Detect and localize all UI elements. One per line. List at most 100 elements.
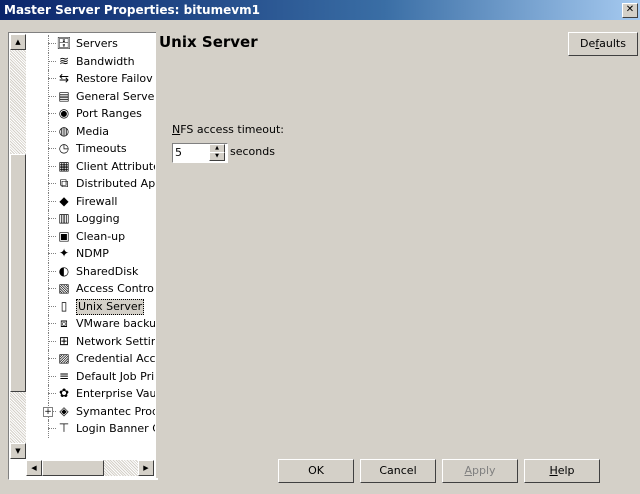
tree-item-label: Enterprise Vau [76,387,155,400]
tree-item-bandwidth[interactable]: ≋ Bandwidth [26,52,155,70]
scroll-right-button[interactable]: ▶ [138,460,154,476]
network-settings-icon: ⊞ [58,333,70,348]
scroll-down-icon: ▼ [15,447,21,455]
tree-item-servers[interactable]: 🗄 Servers [26,35,155,53]
help-label-rest: elp [557,464,575,477]
tree-item-label: Media [76,124,110,138]
tree-list: 🗄 Servers ≋ Bandwidth ⇆ Restore Failov ▤ Genera… [26,35,155,438]
tree-item-restore-failov[interactable]: ⇆ Restore Failov [26,70,155,88]
scroll-left-button[interactable]: ◀ [26,460,42,476]
symantec-products-icon: ◈ [59,403,69,418]
scroll-right-icon: ▶ [143,464,149,472]
tree-item-label: Default Job Pri [76,369,155,383]
tree-item-label: Logging [76,212,120,225]
tree-item-timeouts[interactable]: ◷ Timeouts [26,140,155,158]
apply-button[interactable]: Apply [442,459,518,483]
tree-item-label: General Server [76,89,155,103]
tree-item-client-attribute[interactable]: ▦ Client Attribute [26,157,155,175]
nfs-timeout-label: NFS access timeout: [172,123,284,136]
horizontal-scroll-thumb[interactable] [42,460,104,476]
tree-item-shareddisk[interactable]: ◐ SharedDisk [26,262,155,280]
expand-icon[interactable]: + [43,406,53,417]
stepper-down-button[interactable]: ▼ [209,152,225,161]
tree-horizontal-scrollbar[interactable]: ◀ ▶ [26,460,154,476]
clean-up-icon: ▣ [58,228,70,243]
tree-item-network-settin[interactable]: ⊞ Network Settin [26,332,155,350]
shared-disk-icon: ◐ [58,263,70,278]
tree-item-access-contro[interactable]: ▧ Access Contro [26,280,155,298]
tree-item-ndmp[interactable]: ✦ NDMP [26,245,155,263]
tree-item-label: Credential Acc [76,352,155,365]
tree-connector [48,95,56,97]
media-icon: ◍ [58,123,70,138]
tree-item-symantec-prod[interactable]: + ◈ Symantec Prod [26,402,155,420]
credential-access-icon: ▨ [58,351,70,365]
tree-item-label: Unix Server [76,298,145,315]
nfs-timeout-input[interactable] [175,145,205,159]
tree-connector [48,393,56,394]
tree-item-credential-acc[interactable]: ▨ Credential Acc [26,350,155,368]
scroll-thumb[interactable] [10,154,26,392]
tree-connector [48,375,56,377]
tree-item-label: Firewall [76,194,118,208]
tree-item-clean-up[interactable]: ▣ Clean-up [26,227,155,245]
tree-item-login-banner-c[interactable]: ⊤ Login Banner C [26,420,155,438]
logging-icon: ▥ [58,211,70,225]
scroll-up-icon: ▲ [15,38,21,46]
tree-item-logging[interactable]: ▥ Logging [26,210,155,228]
tree-connector [48,78,56,79]
default-job-priority-icon: ≡ [58,368,70,383]
tree-item-label: Timeouts [76,142,127,155]
help-label-accel: H [549,464,558,477]
tree-item-enterprise-vau[interactable]: ✿ Enterprise Vau [26,385,155,403]
scroll-track[interactable] [10,50,26,443]
tree-connector [48,130,56,132]
help-button[interactable]: Help [524,459,600,483]
tree-item-distributed-app[interactable]: ⧉ Distributed App [26,175,155,193]
tree-connector [48,165,56,167]
scroll-up-button[interactable]: ▲ [10,34,26,50]
tree-connector [48,428,56,429]
tree-item-label: Port Ranges [76,107,142,120]
tree-item-vmware-backu[interactable]: ⧈ VMware backu [26,315,155,333]
tree-item-label: SharedDisk [76,264,139,278]
servers-icon: 🗄 [56,36,72,50]
tree-item-label: Distributed App [76,177,155,190]
close-button[interactable]: ✕ [622,3,638,18]
tree-viewport: ▲ ▼ 🗄 Servers ≋ Bandwidth ⇆ Restore Failov ▤ Ge… [9,33,155,477]
window-title: Master Server Properties: bitumevm1 [4,3,260,17]
tree-item-label: Bandwidth [76,54,135,68]
distributed-app-icon: ⧉ [59,176,69,190]
tree-connector [48,270,56,272]
tree-connector [48,218,56,219]
unix-server-icon: ▯ [60,298,68,313]
dialog-body: ▲ ▼ 🗄 Servers ≋ Bandwidth ⇆ Restore Failov ▤ Ge… [0,20,640,494]
cancel-button[interactable]: Cancel [360,459,436,483]
tree-item-port-ranges[interactable]: ◉ Port Ranges [26,105,155,123]
tree-item-general-server[interactable]: ▤ General Server [26,87,155,105]
tree-vertical-scrollbar[interactable]: ▲ ▼ [10,34,26,459]
tree-connector [48,200,56,202]
content-panel: Unix Server Defaults NFS access timeout:… [156,32,640,478]
tree-connector [48,148,56,149]
client-attributes-icon: ▦ [58,158,70,173]
nfs-timeout-stepper[interactable]: ▲ ▼ [172,143,228,163]
scroll-down-button[interactable]: ▼ [10,443,26,459]
defaults-button[interactable]: Defaults [568,32,638,56]
tree-item-unix-server[interactable]: ▯ Unix Server [26,297,155,315]
stepper-down-icon: ▼ [215,153,219,159]
title-bar: Master Server Properties: bitumevm1 ✕ [0,0,640,20]
ok-button[interactable]: OK [278,459,354,483]
port-ranges-icon: ◉ [58,106,70,120]
tree-item-label: VMware backu [76,317,155,330]
tree-connector [48,113,56,114]
access-control-icon: ▧ [58,281,70,295]
tree-connector [48,358,56,359]
tree-item-label: Network Settin [76,334,155,348]
tree-item-firewall[interactable]: ◆ Firewall [26,192,155,210]
tree-item-default-job-pri[interactable]: ≡ Default Job Pri [26,367,155,385]
tree-item-label: Access Contro [76,282,154,295]
tree-item-media[interactable]: ◍ Media [26,122,155,140]
vmware-backup-icon: ⧈ [60,316,68,330]
close-icon: ✕ [625,4,635,15]
